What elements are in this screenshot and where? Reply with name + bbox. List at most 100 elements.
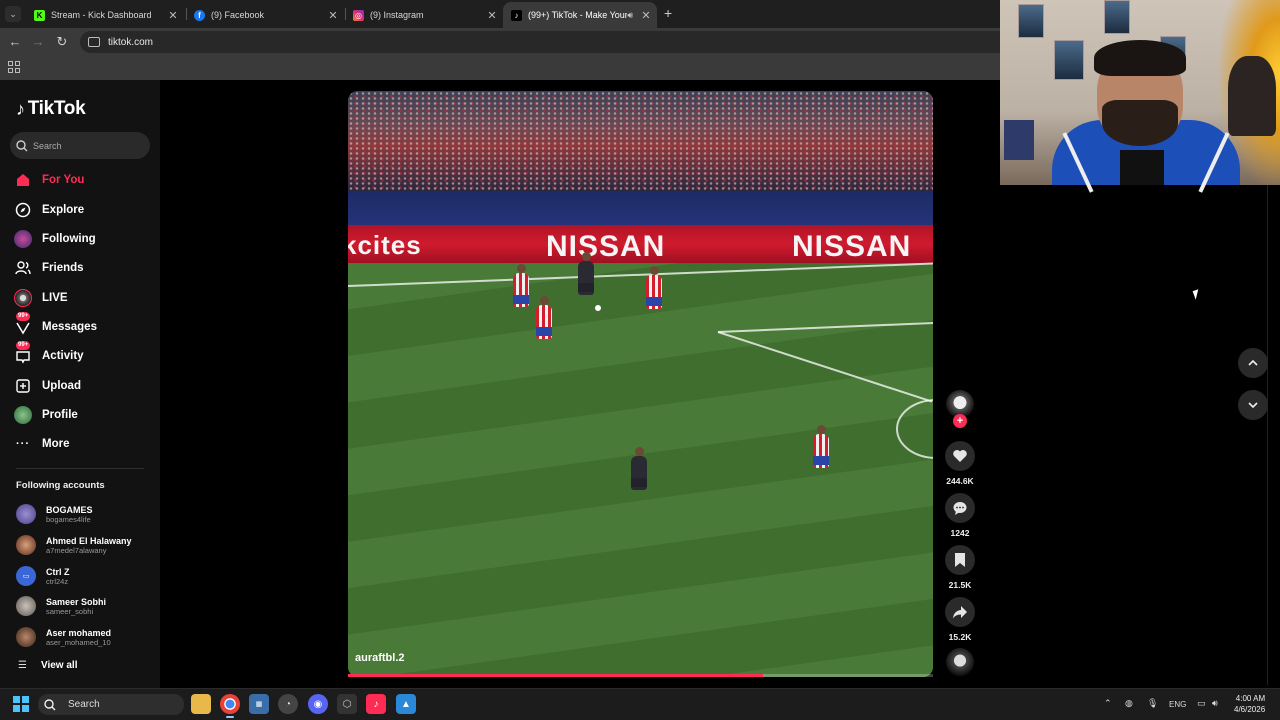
nav-profile[interactable]: Profile	[14, 403, 154, 427]
photos-icon[interactable]: ▲	[396, 694, 416, 714]
following-avatar-icon	[14, 230, 32, 248]
back-arrow-icon[interactable]: ←	[7, 34, 23, 50]
tray-chevron-up-icon[interactable]: ⌃	[1104, 698, 1112, 709]
nav-activity[interactable]: 99+ Activity	[14, 341, 154, 368]
share-arrow-icon	[953, 606, 967, 619]
nav-messages[interactable]: 99+ Messages	[14, 312, 154, 339]
chevron-down-icon	[1248, 402, 1258, 409]
close-tab-icon[interactable]: ✕	[485, 9, 499, 22]
friends-icon	[14, 259, 32, 277]
tab-title: (9) Facebook	[211, 10, 265, 20]
address-bar[interactable]: tiktok.com	[80, 31, 1000, 53]
nav-upload[interactable]: Upload	[14, 374, 154, 398]
view-all-button[interactable]: ☰ View all	[18, 660, 77, 671]
champions-league-board	[348, 191, 933, 225]
nav-following[interactable]: Following	[14, 227, 154, 251]
video-player[interactable]: kcites NISSAN NISSAN	[348, 91, 933, 677]
chrome-icon[interactable]	[220, 694, 240, 714]
tab-search-button[interactable]: ⌄	[5, 6, 21, 22]
tiktok-logo[interactable]: ♪ TikTok	[16, 98, 86, 120]
previous-video-button[interactable]	[1238, 348, 1268, 378]
tab-instagram[interactable]: ◎ (9) Instagram ✕	[345, 2, 503, 28]
account-item[interactable]: Ahmed El Halawany a7medel7alawany	[16, 531, 156, 559]
tab-kick[interactable]: K Stream - Kick Dashboard ✕	[26, 2, 184, 28]
forward-arrow-icon[interactable]: →	[30, 34, 46, 50]
comment-icon	[953, 502, 967, 515]
account-avatar	[16, 535, 36, 555]
nav-label: For You	[42, 174, 85, 186]
tab-tiktok[interactable]: ♪ (99+) TikTok - Make Your Da 🔊︎ ✕	[503, 2, 657, 28]
account-name: Ahmed El Halawany	[46, 535, 132, 546]
like-button[interactable]	[945, 441, 975, 471]
search-input[interactable]: Search	[10, 132, 150, 159]
nav-friends[interactable]: Friends	[14, 256, 154, 280]
shelf-item	[1004, 120, 1034, 160]
site-info-icon[interactable]	[88, 37, 100, 47]
nav-label: Following	[42, 233, 96, 245]
account-handle: a7medel7alawany	[46, 545, 107, 555]
player-madrid	[631, 447, 647, 490]
nav-more[interactable]: ··· More	[14, 432, 154, 456]
network-app-icon[interactable]: ◍	[1125, 698, 1133, 709]
video-username[interactable]: auraftbl.2	[355, 652, 405, 664]
figurine	[1228, 56, 1276, 136]
logo-text: TikTok	[27, 98, 86, 119]
language-indicator[interactable]: ENG	[1169, 700, 1186, 709]
nav-label: LIVE	[42, 292, 68, 304]
compass-icon	[14, 201, 32, 219]
follow-plus-icon[interactable]: +	[953, 414, 967, 428]
account-handle: ctrl24z	[46, 576, 69, 586]
volume-icon[interactable]: 🔊︎	[1212, 698, 1218, 709]
activity-badge: 99+	[16, 341, 31, 350]
tiktok-app-icon[interactable]: ♪	[366, 694, 386, 714]
nav-for-you[interactable]: For You	[14, 168, 154, 192]
view-all-label: View all	[40, 660, 78, 671]
display-icon[interactable]: ▭	[1197, 698, 1206, 709]
account-item[interactable]: Aser mohamed aser_mohamed_10	[16, 623, 156, 651]
file-explorer-icon[interactable]	[191, 694, 211, 714]
bookmark-icon	[955, 553, 965, 567]
save-button[interactable]	[945, 545, 975, 575]
search-placeholder: Search	[33, 140, 62, 151]
nav-explore[interactable]: Explore	[14, 198, 154, 222]
facebook-icon: f	[194, 9, 205, 21]
like-count: 244.6K	[946, 476, 974, 486]
bookmark-bar	[0, 56, 1000, 80]
account-avatar	[16, 504, 36, 524]
microphone-icon[interactable]: 🎙︎	[1147, 698, 1158, 709]
nav-live[interactable]: LIVE	[14, 286, 154, 310]
tab-facebook[interactable]: f (9) Facebook ✕	[186, 2, 344, 28]
messages-badge: 99+	[16, 312, 31, 321]
taskbar-search[interactable]: Search	[38, 694, 184, 715]
account-item[interactable]: ▭ Ctrl Zctrl24z	[16, 562, 156, 590]
close-tab-icon[interactable]: ✕	[639, 9, 653, 22]
new-tab-icon[interactable]: +	[664, 5, 672, 21]
speaker-icon[interactable]: 🔊︎	[627, 10, 633, 21]
football	[595, 305, 601, 311]
windows-start-icon[interactable]	[13, 696, 29, 712]
next-video-button[interactable]	[1238, 390, 1268, 420]
streamer-hair	[1094, 40, 1186, 76]
jacket-stripe	[1062, 132, 1094, 193]
reload-icon[interactable]: ↻	[54, 34, 70, 50]
wall-poster	[1018, 4, 1044, 38]
video-progress-fill	[348, 674, 763, 677]
account-item[interactable]: Sameer Sobhi sameer_sobhi	[16, 592, 156, 620]
system-clock[interactable]: 4:00 AM 4/6/2026	[1234, 693, 1265, 715]
apps-grid-icon[interactable]	[8, 61, 20, 73]
close-tab-icon[interactable]: ✕	[166, 9, 180, 22]
list-icon: ☰	[18, 660, 27, 671]
obs-icon[interactable]: ⬡	[337, 694, 357, 714]
app-icon[interactable]: ▦	[249, 694, 269, 714]
account-handle: bogames4life	[46, 514, 91, 524]
discord-icon[interactable]: ◉	[308, 694, 328, 714]
account-item[interactable]: BOGAMES bogames4life	[16, 500, 156, 528]
close-tab-icon[interactable]: ✕	[326, 9, 340, 22]
settings-app-icon[interactable]: ◔	[278, 694, 298, 714]
comment-button[interactable]	[945, 493, 975, 523]
music-disc-icon[interactable]	[946, 648, 974, 676]
streamer-shirt	[1120, 150, 1164, 185]
jacket-stripe	[1198, 132, 1230, 193]
page-scrollbar[interactable]	[1267, 185, 1268, 685]
share-button[interactable]	[945, 597, 975, 627]
